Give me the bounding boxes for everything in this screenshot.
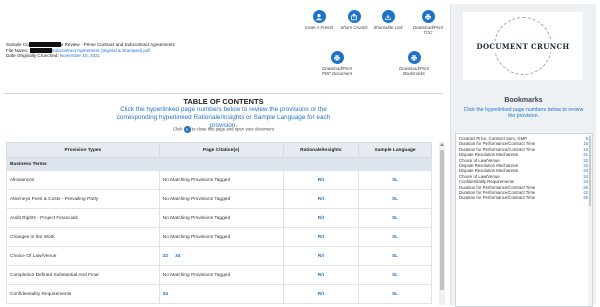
- main-panel: Sample Co e Review - Prime Contract and S…: [0, 0, 447, 305]
- rationale-link[interactable]: R/I: [282, 284, 360, 304]
- provision-type: Audit Rights - Project Financials: [6, 208, 160, 228]
- page-citation: No Matching Provisions Tagged: [158, 227, 284, 247]
- header-provision-types: Provision Types: [6, 142, 160, 158]
- file-name-value: Subcontract Agreement (Signed & Stamped)…: [51, 47, 150, 53]
- printer-icon: [407, 51, 421, 64]
- provision-type: Attorneys Fees & Costs - Prevailing Part…: [6, 189, 160, 209]
- table-row: Attorneys Fees & Costs - Prevailing Part…: [6, 189, 432, 209]
- share-icon: [347, 10, 361, 23]
- scrollbar-thumb[interactable]: [440, 150, 444, 290]
- provision-type: Allowances: [6, 170, 160, 190]
- date-value: November 10, 2021: [59, 53, 101, 59]
- rationale-link[interactable]: R/I: [282, 170, 360, 190]
- page-link[interactable]: 34: [163, 292, 168, 297]
- table-row: Changes in the Work No Matching Provision…: [6, 227, 432, 247]
- header-page-citations: Page Citation(s): [158, 142, 284, 158]
- redaction: [28, 42, 61, 48]
- invite-friend-label: Invite A Friend: [305, 25, 333, 30]
- date-label: Date Originally Crunched:: [6, 53, 59, 59]
- sample-language-link[interactable]: SL: [358, 189, 432, 209]
- provision-type: Confidentiality Requirements: [6, 284, 160, 304]
- logo-text: DOCUMENT CRUNCH: [474, 40, 572, 52]
- provision-type: Choice Of Law/Venue: [6, 246, 160, 266]
- page-link[interactable]: 34: [175, 254, 180, 259]
- page-link[interactable]: 32: [163, 254, 168, 259]
- invite-friend-button[interactable]: Invite A Friend: [304, 10, 334, 30]
- close-suffix: to close this page and open your documen…: [191, 126, 274, 132]
- table-row: Audit Rights - Project Financials No Matc…: [6, 208, 432, 228]
- document-info: Sample Co e Review - Prime Contract and S…: [6, 42, 175, 59]
- download-bookmarks-button[interactable]: Download/Print Bookmarks: [396, 51, 432, 76]
- download-bookmarks-label: Download/Print Bookmarks: [399, 66, 429, 76]
- page-citation: No Matching Provisions Tagged: [158, 170, 284, 190]
- bookmarks-subtitle: Click the hyperlinked page numbers below…: [463, 107, 584, 120]
- page-citation: No Matching Provisions Tagged: [158, 265, 284, 285]
- toc-table-container: Provision Types Page Citation(s) Rationa…: [6, 142, 439, 305]
- header-sample-language: Sample Language: [358, 142, 432, 158]
- provision-type: Completion Defined Substantial And Final: [6, 265, 160, 285]
- sample-language-link[interactable]: SL: [358, 170, 432, 190]
- bookmarks-scrollbar[interactable]: [588, 134, 592, 306]
- divider: [4, 93, 443, 94]
- page-citation: No Matching Provisions Tagged: [158, 208, 284, 228]
- close-instruction: Click ✕ to close this page and open your…: [0, 126, 447, 133]
- rationale-link[interactable]: R/I: [282, 208, 360, 228]
- bookmarks-list: Contract Price, Contract Sum, GMP 9 Durati…: [455, 133, 593, 307]
- table-row: Confidentiality Requirements 34 R/I SL: [6, 284, 432, 304]
- bookmarks-title: Bookmarks: [504, 97, 543, 104]
- download-toc-label: Download/Print TOC: [413, 25, 443, 35]
- sample-language-link[interactable]: SL: [358, 227, 432, 247]
- printer-icon: [421, 10, 435, 23]
- page-citation: 32 34: [158, 246, 284, 266]
- printer-icon: [330, 51, 344, 64]
- file-name-label: File Name:: [6, 47, 29, 53]
- download-pdf-label: Download/Print PDF Document: [322, 66, 352, 76]
- close-icon[interactable]: ✕: [183, 126, 191, 133]
- sample-language-link[interactable]: SL: [358, 246, 432, 266]
- sample-language-link[interactable]: SL: [358, 284, 432, 304]
- download-toc-button[interactable]: Download/Print TOC: [413, 10, 443, 35]
- rationale-link[interactable]: R/I: [282, 246, 360, 266]
- scrollbar-thumb[interactable]: [589, 136, 591, 206]
- rationale-link[interactable]: R/I: [282, 189, 360, 209]
- bookmark-item[interactable]: Duration for Performance/Contract Time 45: [456, 195, 592, 200]
- sample-language-link[interactable]: SL: [358, 208, 432, 228]
- redaction: [29, 47, 52, 53]
- toc-title: TABLE OF CONTENTS: [183, 97, 264, 106]
- table-row: Allowances No Matching Provisions Tagged R…: [6, 170, 432, 190]
- rationale-link[interactable]: R/I: [282, 227, 360, 247]
- header-rationale-insights: Rationale/Insights: [282, 142, 360, 158]
- page-citation: No Matching Provisions Tagged: [158, 189, 284, 209]
- download-pdf-button[interactable]: Download/Print PDF Document: [322, 51, 352, 76]
- toc-table: Provision Types Page Citation(s) Rationa…: [6, 142, 432, 304]
- logo: DOCUMENT CRUNCH: [463, 12, 583, 80]
- page-citation: 34: [158, 284, 284, 304]
- doc-title-suffix: e Review - Prime Contract and Subcontrac…: [60, 42, 175, 47]
- person-icon: [312, 10, 326, 23]
- sample-language-link[interactable]: SL: [358, 265, 432, 285]
- table-scrollbar[interactable]: [439, 142, 445, 305]
- doc-title-prefix: Sample Co: [6, 42, 29, 47]
- share-crunch-button[interactable]: Share Crunch: [339, 10, 369, 30]
- rationale-link[interactable]: R/I: [282, 265, 360, 285]
- shareable-link-button[interactable]: Shareable Link: [373, 10, 403, 30]
- link-icon: [381, 10, 395, 23]
- section-business-terms: Business Terms: [6, 157, 432, 171]
- bookmark-page-link[interactable]: 45: [578, 195, 588, 200]
- table-row: Completion Defined Substantial And Final…: [6, 265, 432, 285]
- share-crunch-label: Share Crunch: [340, 25, 368, 30]
- bookmarks-sidebar: DOCUMENT CRUNCH Bookmarks Click the hype…: [450, 4, 596, 307]
- shareable-link-label: Shareable Link: [373, 25, 403, 30]
- close-prefix: Click: [173, 126, 183, 132]
- provision-type: Changes in the Work: [6, 227, 160, 247]
- table-row: Choice Of Law/Venue 32 34 R/I SL: [6, 246, 432, 266]
- scroll-up-icon[interactable]: [440, 143, 444, 146]
- bookmark-label: Duration for Performance/Contract Time: [459, 195, 536, 201]
